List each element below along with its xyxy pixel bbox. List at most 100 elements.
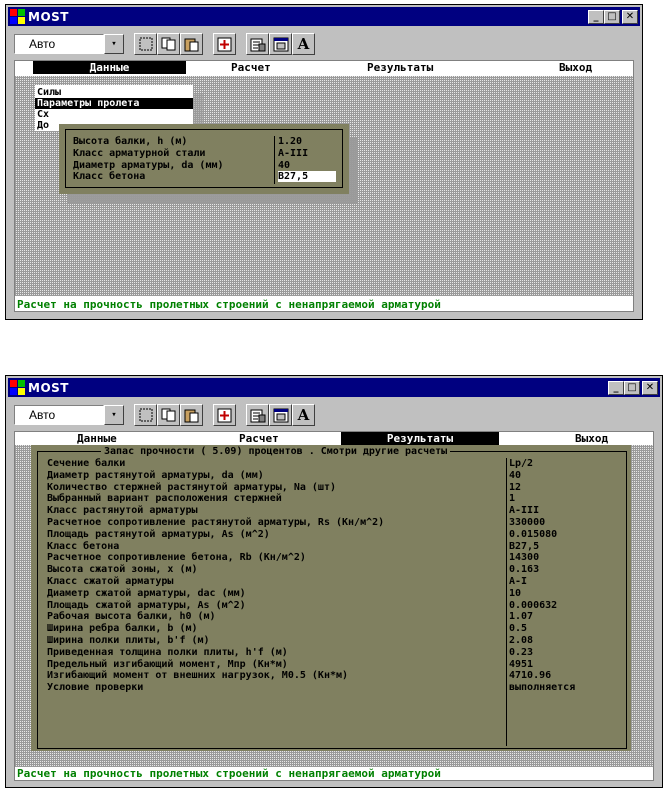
chevron-down-icon[interactable]: ▾ [104, 405, 124, 425]
param-row: Площадь растянутой арматуры, As (м^2) 0.0… [47, 529, 623, 540]
title-bar[interactable]: MOST _ □ ✕ [8, 7, 640, 26]
status-line: Расчет на прочность пролетных строений с… [15, 298, 633, 311]
font-size-combo-2[interactable]: Авто ▾ [14, 405, 124, 425]
param-label: Рабочая высота балки, h0 (м) [47, 611, 216, 623]
param-row: Расчетное сопротивление бетона, Rb (Кн/м… [47, 552, 623, 563]
param-value[interactable]: B27,5 [278, 171, 336, 183]
param-value: 12 [509, 481, 522, 493]
menu-results[interactable]: Результаты [363, 61, 437, 74]
results-title: Запас прочности ( 5.09) процентов . Смот… [101, 446, 451, 457]
param-row: Диаметр растянутой арматуры, da (мм) 40 [47, 470, 623, 481]
param-label: Диаметр арматуры, da (мм) [73, 159, 224, 171]
param-label: Класс сжатой арматуры [47, 576, 174, 587]
param-row: Ширина полки плиты, b'f (м) 2.08 [47, 635, 623, 646]
maximize-icon[interactable]: □ [624, 380, 640, 395]
console-area: Данные Расчет Результаты Выход Силы Пара… [14, 60, 634, 312]
title-bar-2[interactable]: MOST _ □ ✕ [8, 378, 660, 397]
param-value: Lp/2 [509, 458, 534, 469]
param-value: 4710.96 [509, 670, 552, 682]
param-label: Класс бетона [73, 171, 146, 183]
properties-icon[interactable] [246, 404, 269, 426]
font-size-combo[interactable]: Авто ▾ [14, 34, 124, 54]
toolbar-2: Авто ▾ A [10, 400, 658, 430]
background-icon[interactable] [269, 33, 292, 55]
close-icon[interactable]: ✕ [642, 380, 658, 395]
submenu-item-scheme[interactable]: Сх [35, 109, 193, 120]
minimize-icon[interactable]: _ [608, 380, 624, 395]
properties-icon[interactable] [246, 33, 269, 55]
param-row: Класс растянутой арматуры A-III [47, 505, 623, 516]
param-value: 40 [278, 159, 291, 171]
param-value: 1.20 [278, 136, 303, 147]
param-value: A-III [509, 505, 540, 517]
param-label: Диаметр растянутой арматуры, da (мм) [47, 469, 264, 481]
param-value: 0.015080 [509, 528, 558, 540]
close-icon[interactable]: ✕ [622, 9, 638, 24]
app-window-1: MOST _ □ ✕ Авто ▾ A Данные Расчет Резуль… [5, 4, 643, 320]
menu-calc[interactable]: Расчет [235, 432, 283, 445]
mark-icon[interactable] [134, 33, 157, 55]
submenu-item-span-params[interactable]: Параметры пролета [35, 98, 193, 109]
param-label: Площадь сжатой арматуры, As (м^2) [47, 599, 246, 611]
app-icon-2[interactable] [10, 380, 25, 395]
menu-data[interactable]: Данные [33, 61, 186, 74]
font-icon[interactable]: A [292, 33, 315, 55]
param-label: Условие проверки [47, 682, 144, 694]
param-value: 10 [509, 587, 522, 599]
app-icon[interactable] [10, 9, 25, 24]
combo-value[interactable]: Авто [14, 34, 104, 54]
minimize-icon[interactable]: _ [588, 9, 604, 24]
param-value: 4951 [509, 658, 534, 670]
param-value: 0.5 [509, 623, 528, 635]
param-row: Ширина ребра балки, b (м) 0.5 [47, 623, 623, 634]
copy-icon[interactable] [157, 33, 180, 55]
param-row: Площадь сжатой арматуры, As (м^2) 0.00063… [47, 600, 623, 611]
toolbar: Авто ▾ A [10, 29, 638, 59]
app-window-2: MOST _ □ ✕ Авто ▾ A Данные Расчет Резуль… [5, 375, 663, 788]
submenu-item-forces[interactable]: Силы [35, 87, 193, 98]
window-title-2: MOST [28, 380, 69, 395]
menu-calc[interactable]: Расчет [227, 61, 275, 74]
param-row: Предельный изгибающий момент, Mпр (Кн*м)… [47, 659, 623, 670]
paste-icon[interactable] [180, 404, 203, 426]
param-value: 1.07 [509, 611, 534, 623]
param-value: выполняется [509, 682, 576, 694]
param-row: Условие проверки выполняется [47, 682, 623, 693]
param-row: Диаметр арматуры, da (мм) 40 [73, 160, 341, 171]
param-value: 14300 [509, 552, 540, 564]
param-row: Изгибающий момент от внешних нагрузок, M… [47, 670, 623, 681]
param-row: Количество стержней растянутой арматуры,… [47, 482, 623, 493]
param-row: Рабочая высота балки, h0 (м) 1.07 [47, 611, 623, 622]
font-icon[interactable]: A [292, 404, 315, 426]
combo-value-2[interactable]: Авто [14, 405, 104, 425]
maximize-icon[interactable]: □ [604, 9, 620, 24]
background-icon[interactable] [269, 404, 292, 426]
param-value: B27,5 [509, 540, 540, 552]
paste-icon[interactable] [180, 33, 203, 55]
mark-icon[interactable] [134, 404, 157, 426]
param-label: Расчетное сопротивление бетона, Rb (Кн/м… [47, 552, 306, 564]
full-screen-icon[interactable] [213, 404, 236, 426]
param-value: 330000 [509, 517, 546, 528]
menu-data[interactable]: Данные [73, 432, 121, 445]
chevron-down-icon[interactable]: ▾ [104, 34, 124, 54]
full-screen-icon[interactable] [213, 33, 236, 55]
param-value: 0.163 [509, 564, 540, 576]
param-row: Расчетное сопротивление растянутой армат… [47, 517, 623, 528]
param-row: Класс арматурной стали A-III [73, 148, 341, 159]
results-panel: Запас прочности ( 5.09) процентов . Смот… [31, 445, 631, 751]
param-label: Расчетное сопротивление растянутой армат… [47, 517, 385, 528]
menu-results[interactable]: Результаты [341, 432, 499, 445]
copy-icon[interactable] [157, 404, 180, 426]
param-label: Изгибающий момент от внешних нагрузок, M… [47, 670, 349, 682]
param-label: Класс арматурной стали [73, 147, 206, 159]
param-row: Класс бетона B27,5 [47, 541, 623, 552]
param-label: Высота сжатой зоны, x (м) [47, 564, 198, 576]
menu-exit[interactable]: Выход [555, 61, 596, 74]
menu-bar: Данные Расчет Результаты Выход [15, 61, 633, 74]
param-label: Высота балки, h (м) [73, 136, 188, 147]
param-value: 1 [509, 493, 516, 505]
menu-bar-2: Данные Расчет Результаты Выход [15, 432, 653, 445]
menu-exit[interactable]: Выход [571, 432, 612, 445]
param-label: Ширина полки плиты, b'f (м) [47, 635, 210, 646]
